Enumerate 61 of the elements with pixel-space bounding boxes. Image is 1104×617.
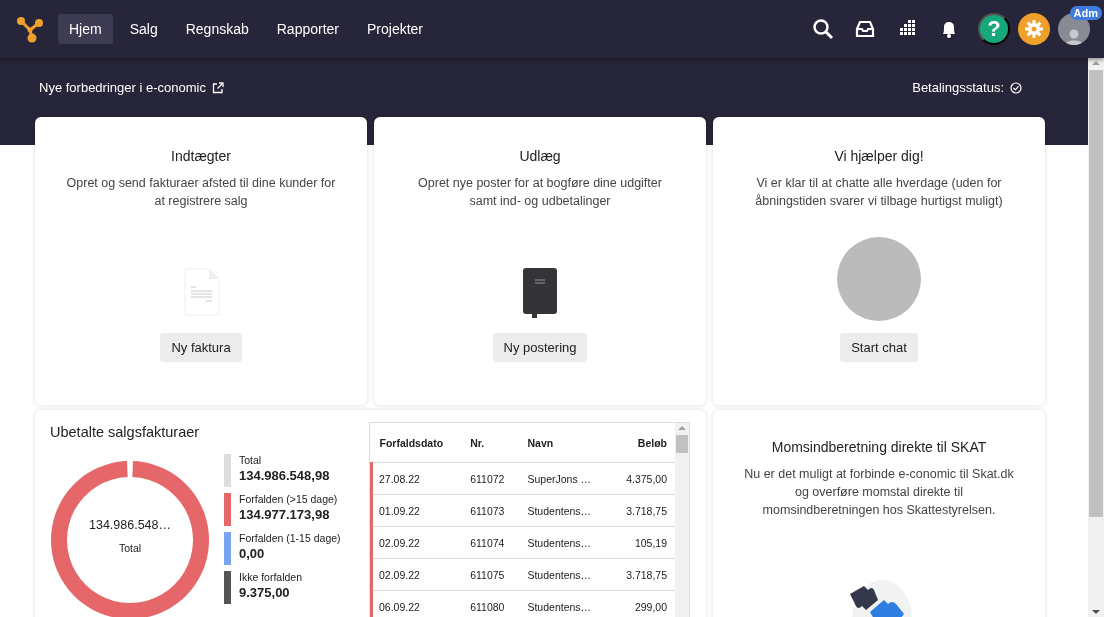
legend-value: 134.977.173,98	[239, 507, 331, 522]
card-description: Vi er klar til at chatte alle hverdage (uden for åbningstiden svarer vi tilbage hurtigst muligt)	[754, 175, 1004, 210]
legend-label: Ikke forfalden	[239, 571, 303, 583]
legend-value: 0,00	[239, 546, 266, 561]
action-button[interactable]: Ny faktura	[160, 333, 242, 362]
column-header[interactable]: Nr.	[462, 423, 520, 463]
table-cell: SuperJons …	[519, 462, 611, 495]
payment-status-label: Betalingsstatus:	[912, 80, 1004, 95]
card-description: Nu er det muligt at forbinde e-conomic til Skat.dk og overføre momstal direkte til momsindberetningen hos Skattestyrelsen.	[744, 466, 1014, 519]
check-circle-icon	[1010, 81, 1022, 94]
table-cell: Studentens…	[519, 590, 611, 617]
table-cell: 611075	[462, 558, 520, 591]
legend-label: Forfalden (>15 dage)	[239, 493, 338, 505]
scroll-down-icon[interactable]	[1091, 607, 1101, 617]
settings-button[interactable]	[1018, 13, 1050, 45]
nav-tab[interactable]: Regnskab	[174, 14, 260, 44]
card-title: Udlæg	[519, 148, 561, 164]
donut-total-value: 134.986.548…	[88, 518, 172, 532]
external-link-icon	[211, 81, 224, 94]
legend-value: 134.986.548,98	[239, 468, 330, 483]
legend-label: Forfalden (1-15 dage)	[239, 532, 341, 544]
column-header[interactable]: Forfaldsdato	[371, 423, 463, 463]
legend-label: Total	[239, 454, 263, 466]
action-button[interactable]: Start chat	[840, 333, 918, 362]
table-cell: 06.09.22	[371, 590, 463, 617]
table-cell: 02.09.22	[371, 558, 463, 591]
table-cell: 611080	[462, 590, 520, 617]
nav-tab[interactable]: Projekter	[356, 14, 435, 44]
nav-tab[interactable]: Rapporter	[265, 14, 350, 44]
column-header[interactable]: Navn	[519, 423, 611, 463]
card-title: Ubetalte salgsfakturaer	[50, 424, 201, 440]
card-description: Opret nye poster for at bogføre dine udgifter samt ind- og udbetalinger	[417, 175, 663, 210]
table-cell: 611073	[462, 494, 520, 527]
card-title: Vi hjælper dig!	[834, 148, 924, 164]
scrollbar[interactable]	[675, 423, 689, 617]
card-title: Indtægter	[171, 148, 231, 164]
card-title: Momsindberetning direkte til SKAT	[771, 439, 987, 455]
table-cell: 611074	[462, 526, 520, 559]
table-cell: Studentens…	[519, 494, 611, 527]
settings-icon	[1024, 19, 1044, 39]
role-badge: Adm	[1069, 6, 1102, 20]
table-cell: 01.09.22	[371, 494, 463, 527]
scrollbar-thumb[interactable]	[1089, 70, 1103, 517]
table-cell: 27.08.22	[371, 462, 463, 495]
action-button[interactable]: Ny postering	[492, 333, 588, 362]
nav-tab[interactable]: Hjem	[58, 14, 113, 44]
nav-tab[interactable]: Salg	[118, 14, 169, 44]
card-description: Opret og send fakturaer afsted til dine kunder for at registrere salg	[66, 175, 336, 210]
search-icon[interactable]	[812, 18, 834, 40]
scrollbar[interactable]	[1088, 58, 1104, 617]
table-cell: 611072	[462, 462, 520, 495]
notebook-icon	[520, 265, 560, 321]
table-cell: 02.09.22	[371, 526, 463, 559]
inbox-icon[interactable]	[854, 18, 876, 40]
donut-total-label: Total	[118, 542, 142, 554]
scrollbar-thumb[interactable]	[676, 435, 688, 453]
table-cell: Studentens…	[519, 558, 611, 591]
logo-icon[interactable]	[16, 15, 44, 43]
improvements-link[interactable]: Nye forbedringer i e-conomic	[39, 80, 224, 95]
table-cell: Studentens…	[519, 526, 611, 559]
legend-value: 9.375,00	[239, 585, 291, 600]
